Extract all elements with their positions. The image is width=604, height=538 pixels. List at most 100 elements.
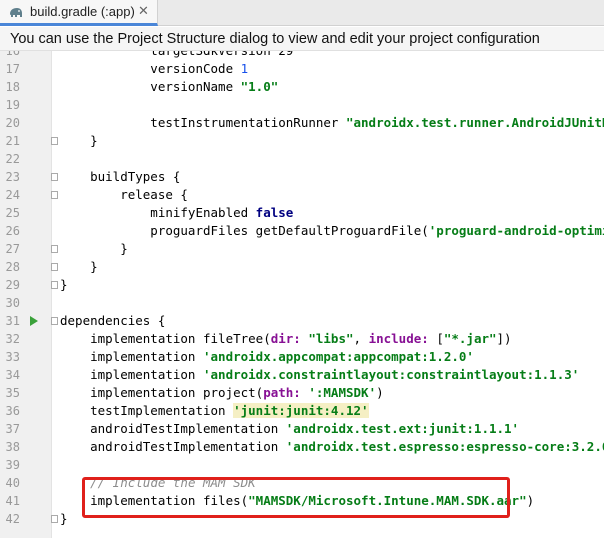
code-text: minifyEnabled false [60,204,293,222]
line-number: 30 [5,296,20,310]
code-token: ) [526,493,535,508]
code-line[interactable]: 40 // Include the MAM SDK [0,474,604,492]
line-number: 35 [5,386,20,400]
code-token: androidTestImplementation [60,439,286,454]
code-token: implementation fileTree( [60,331,271,346]
fold-marker-icon[interactable] [51,191,58,199]
code-line[interactable]: 28 } [0,258,604,276]
line-number: 37 [5,422,20,436]
run-gutter-icon[interactable] [30,316,38,326]
gradle-elephant-icon [8,5,24,19]
code-text: androidTestImplementation 'androidx.test… [60,438,604,456]
code-editor[interactable]: 16 targetSdkVersion 2917 versionCode 118… [0,51,604,538]
code-line[interactable]: 31 dependencies { [0,312,604,330]
code-text: implementation 'androidx.constraintlayou… [60,366,579,384]
code-token: minifyEnabled [60,205,256,220]
code-text: implementation 'androidx.appcompat:appco… [60,348,474,366]
code-text: testInstrumentationRunner "androidx.test… [60,114,604,132]
code-line[interactable]: 26 proguardFiles getDefaultProguardFile(… [0,222,604,240]
code-token: 'androidx.test.ext:junit:1.1.1' [285,421,520,436]
tab-build-gradle-app[interactable]: build.gradle (:app) ✕ [0,0,158,26]
code-line[interactable]: 25 minifyEnabled false [0,204,604,222]
code-token: implementation files( [60,493,249,508]
code-line[interactable]: 20 testInstrumentationRunner "androidx.t… [0,114,604,132]
code-line[interactable]: 24 release { [0,186,604,204]
code-token: versionName [60,79,241,94]
code-token: } [60,277,68,292]
code-token: 'androidx.test.espresso:espresso-core:3.… [285,439,604,454]
line-number: 34 [5,368,20,382]
code-text: } [60,240,128,258]
code-text: testImplementation 'junit:junit:4.12' [60,402,369,420]
code-line[interactable]: 33 implementation 'androidx.appcompat:ap… [0,348,604,366]
code-token: "*.jar" [443,331,497,346]
code-token: ) [376,385,384,400]
code-text: proguardFiles getDefaultProguardFile('pr… [60,222,604,240]
fold-marker-icon[interactable] [51,137,58,145]
code-token: 'junit:junit:4.12' [233,403,369,418]
code-line[interactable]: 39 [0,456,604,474]
code-line[interactable]: 23 buildTypes { [0,168,604,186]
line-number: 28 [5,260,20,274]
fold-marker-icon[interactable] [51,515,58,523]
code-token: "libs" [308,331,354,346]
line-number: 39 [5,458,20,472]
code-text: } [60,276,68,294]
code-token: implementation project( [60,385,264,400]
code-line[interactable]: 16 targetSdkVersion 29 [0,51,604,60]
code-line[interactable]: 17 versionCode 1 [0,60,604,78]
fold-marker-icon[interactable] [51,245,58,253]
code-token: buildTypes { [60,169,181,184]
code-line[interactable]: 35 implementation project(path: ':MAMSDK… [0,384,604,402]
fold-marker-icon[interactable] [51,317,58,325]
code-token: include: [368,331,437,346]
line-number: 22 [5,152,20,166]
fold-marker-icon[interactable] [51,281,58,289]
code-text: buildTypes { [60,168,180,186]
code-line[interactable]: 18 versionName "1.0" [0,78,604,96]
line-number: 38 [5,440,20,454]
code-text: } [60,258,98,276]
code-text: dependencies { [60,312,165,330]
line-number: 32 [5,332,20,346]
code-line[interactable]: 41 implementation files("MAMSDK/Microsof… [0,492,604,510]
code-line[interactable]: 19 [0,96,604,114]
code-token: testInstrumentationRunner [60,115,346,130]
code-token: ':MAMSDK' [308,385,377,400]
code-token: versionCode [60,61,241,76]
code-line[interactable]: 29} [0,276,604,294]
code-token: release { [60,187,188,202]
line-number: 18 [5,80,20,94]
code-line[interactable]: 37 androidTestImplementation 'androidx.t… [0,420,604,438]
code-line[interactable]: 36 testImplementation 'junit:junit:4.12' [0,402,604,420]
code-token: [ [436,331,444,346]
code-line[interactable]: 21 } [0,132,604,150]
code-text: implementation fileTree(dir: "libs", inc… [60,330,512,348]
code-token: dependencies { [60,313,166,328]
line-number: 25 [5,206,20,220]
line-number: 40 [5,476,20,490]
tab-label: build.gradle (:app) [30,4,135,19]
code-token: } [60,133,98,148]
code-token: } [60,259,98,274]
code-line[interactable]: 30 [0,294,604,312]
code-line[interactable]: 22 [0,150,604,168]
code-token: testImplementation [60,403,234,418]
line-number: 42 [5,512,20,526]
project-structure-banner[interactable]: You can use the Project Structure dialog… [0,27,604,51]
code-line[interactable]: 27 } [0,240,604,258]
code-line[interactable]: 32 implementation fileTree(dir: "libs", … [0,330,604,348]
code-text: release { [60,186,188,204]
code-text: versionCode 1 [60,60,248,78]
close-icon[interactable]: ✕ [138,3,149,19]
fold-marker-icon[interactable] [51,173,58,181]
code-lines: 16 targetSdkVersion 2917 versionCode 118… [0,51,604,528]
code-line[interactable]: 42} [0,510,604,528]
line-number: 21 [5,134,20,148]
code-token: 1 [240,61,249,76]
code-line[interactable]: 34 implementation 'androidx.constraintla… [0,366,604,384]
code-text: } [60,510,68,528]
code-line[interactable]: 38 androidTestImplementation 'androidx.t… [0,438,604,456]
fold-marker-icon[interactable] [51,263,58,271]
